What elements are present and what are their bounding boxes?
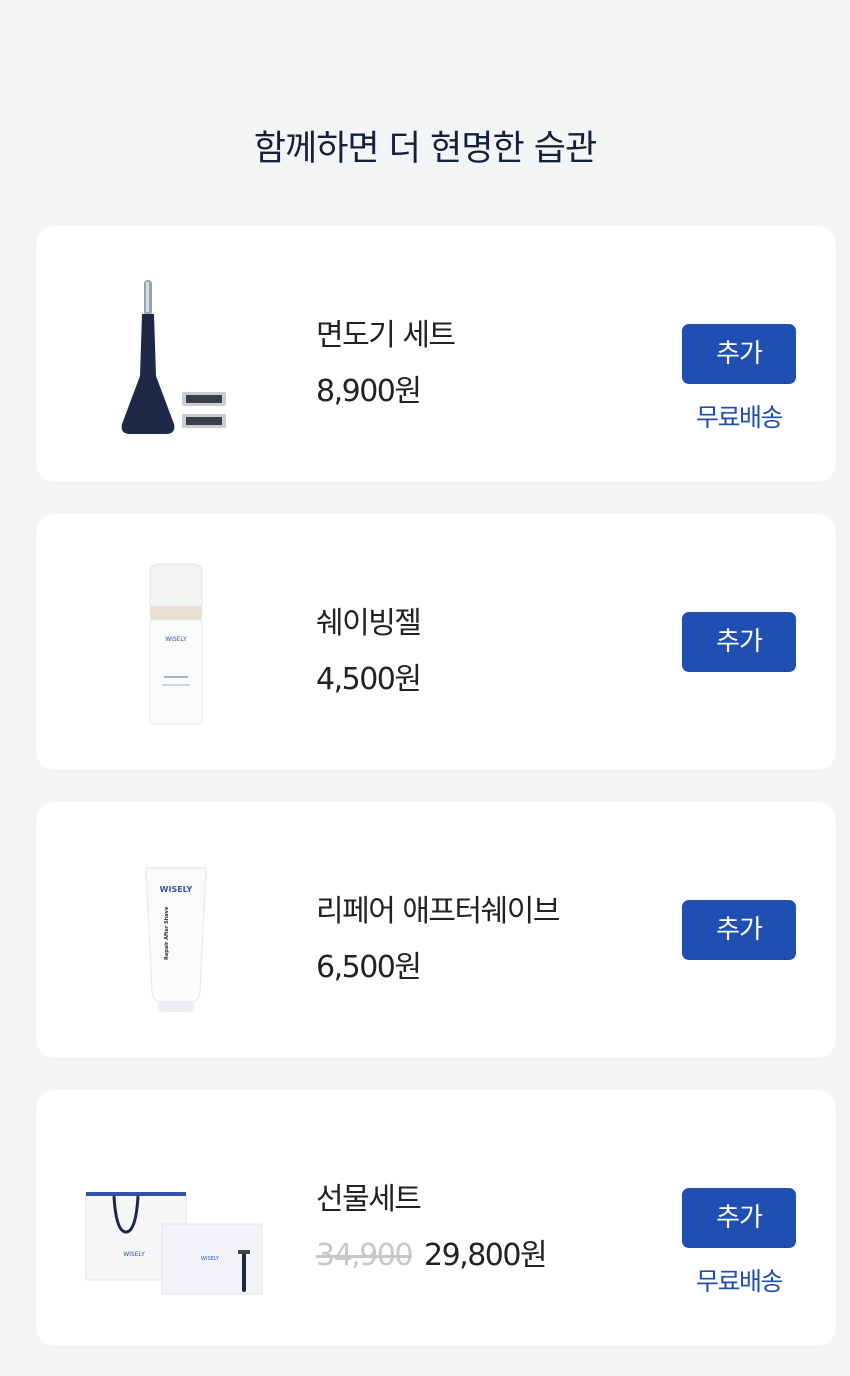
add-button[interactable]: 추가 [682,1188,796,1248]
product-name: 쉐이빙젤 [316,606,422,641]
product-name: 선물세트 [316,1182,422,1217]
product-price: 29,800원 [423,1238,548,1273]
original-price: 34,900 [316,1238,413,1273]
price-row: 4,500원 [316,654,422,698]
section-title: 함께하면 더 현명한 습관 [253,129,597,169]
aftershave-image: WISELY Repair After Shave [76,832,276,1028]
product-name: 리페어 애프터쉐이브 [316,894,560,929]
gift-set-image: WISELY WISELY [76,1120,276,1316]
aftershave-brand-text: WISELY [160,885,193,894]
product-card-aftershave: WISELY Repair After Shave 리페어 애프터쉐이브 6,5… [36,802,836,1058]
free-shipping-label: 무료배송 [695,1267,784,1296]
gel-brand-text: WISELY [165,636,187,643]
razor-set-image [76,256,276,452]
add-button[interactable]: 추가 [682,324,796,384]
product-card-shaving-gel: WISELY 쉐이빙젤 4,500원 추가 [36,514,836,770]
product-price: 6,500원 [316,950,422,985]
add-button[interactable]: 추가 [682,612,796,672]
gift-box-brand-text: WISELY [201,1256,220,1262]
price-row: 34,900 29,800원 [316,1230,548,1274]
product-price: 8,900원 [316,374,422,409]
page: 함께하면 더 현명한 습관 면도기 세트 8,900원 추가 무료배송 WISE… [0,0,850,1376]
gift-bag-brand-text: WISELY [123,1251,145,1258]
shaving-gel-image: WISELY [76,544,276,740]
price-row: 8,900원 [316,366,422,410]
product-name: 면도기 세트 [316,318,456,353]
price-row: 6,500원 [316,942,422,986]
product-card-gift-set: WISELY WISELY 선물세트 34,900 29,800원 추가 무료배송 [36,1090,836,1346]
aftershave-tube-text: Repair After Shave [164,906,170,960]
product-price: 4,500원 [316,662,422,697]
product-card-razor-set: 면도기 세트 8,900원 추가 무료배송 [36,226,836,482]
free-shipping-label: 무료배송 [695,403,784,432]
add-button[interactable]: 추가 [682,900,796,960]
